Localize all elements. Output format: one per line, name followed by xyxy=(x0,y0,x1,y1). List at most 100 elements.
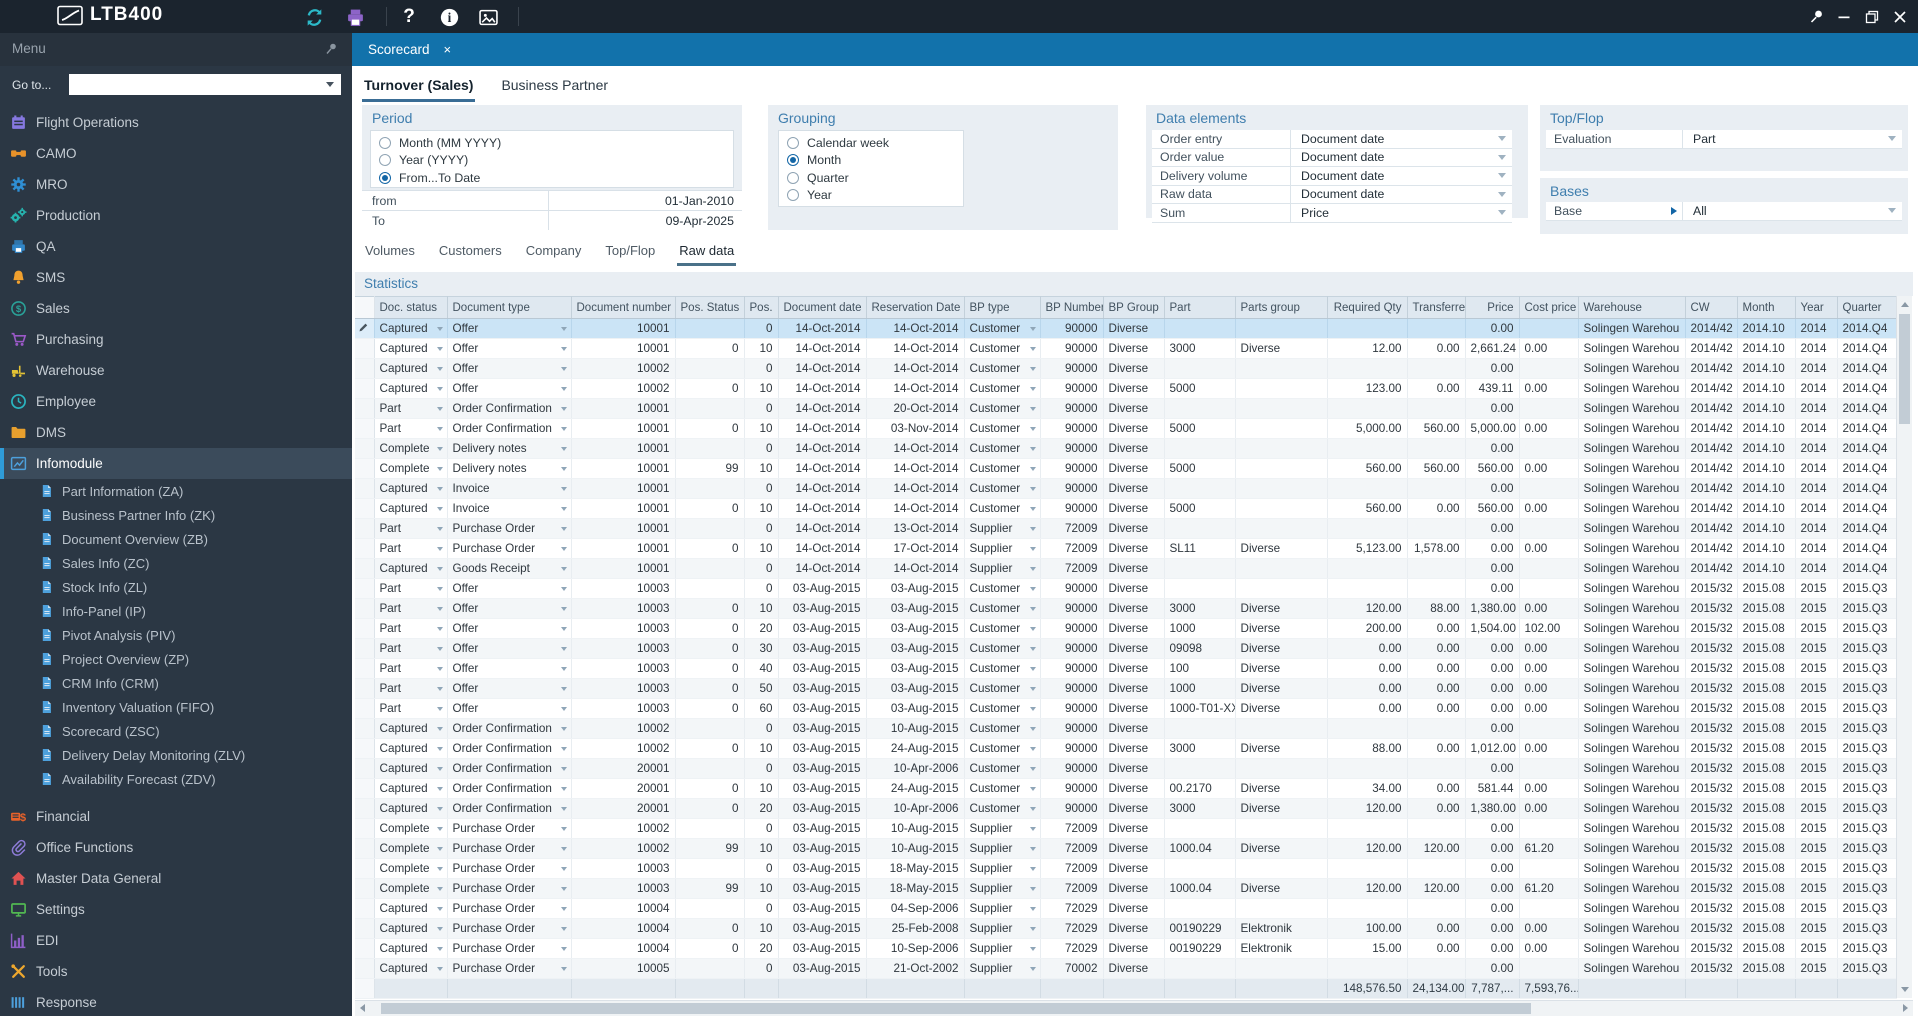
cell-transferred[interactable]: 0.00 xyxy=(1407,638,1466,659)
cell-month[interactable]: 2014.10 xyxy=(1737,438,1796,459)
cell-dropdown-icon[interactable] xyxy=(1029,887,1036,891)
cell-doc_date[interactable]: 03-Aug-2015 xyxy=(778,718,867,739)
cell-dropdown-icon[interactable] xyxy=(436,407,443,411)
cell-cw[interactable]: 2014/42 xyxy=(1685,558,1738,579)
minimize-icon[interactable] xyxy=(1836,9,1852,25)
cell-quarter[interactable]: 2015.Q3 xyxy=(1837,658,1897,679)
cell-doc_date[interactable]: 14-Oct-2014 xyxy=(778,318,867,339)
cell-quarter[interactable]: 2015.Q3 xyxy=(1837,578,1897,599)
table-row[interactable]: Captured Offer 10001 0 14-Oct-2014 14-Oct-201… xyxy=(355,318,1897,339)
cell-pos_status[interactable] xyxy=(675,358,745,379)
cell-year[interactable]: 2015 xyxy=(1795,618,1838,639)
cell-parts_group[interactable] xyxy=(1235,478,1328,499)
cell-transferred[interactable] xyxy=(1407,718,1466,739)
cell-bp_type[interactable]: Customer xyxy=(964,758,1041,779)
cell-doc_number[interactable]: 10002 xyxy=(571,718,676,739)
cell-price[interactable]: 0.00 xyxy=(1465,918,1520,939)
cell-warehouse[interactable]: Solingen Warehou xyxy=(1578,798,1686,819)
table-row[interactable]: Captured Order Confirmation 20001 0 03-Aug-2… xyxy=(355,758,1897,779)
cell-month[interactable]: 2015.08 xyxy=(1737,878,1796,899)
horizontal-scroll-thumb[interactable] xyxy=(381,1003,1531,1014)
cell-transferred[interactable]: 0.00 xyxy=(1407,738,1466,759)
cell-dropdown-icon[interactable] xyxy=(436,567,443,571)
cell-dropdown-icon[interactable] xyxy=(1029,507,1036,511)
cell-price[interactable]: 0.00 xyxy=(1465,538,1520,559)
cell-month[interactable]: 2015.08 xyxy=(1737,718,1796,739)
column-header-price[interactable]: Price xyxy=(1465,296,1520,319)
cell-doc_type[interactable]: Order Confirmation xyxy=(447,778,572,799)
cell-parts_group[interactable] xyxy=(1235,358,1328,379)
table-row[interactable]: Captured Purchase Order 10004 0 20 03-Aug-201… xyxy=(355,938,1897,959)
cell-quarter[interactable]: 2015.Q3 xyxy=(1837,838,1897,859)
cell-bp_group[interactable]: Diverse xyxy=(1103,338,1165,359)
cell-dropdown-icon[interactable] xyxy=(436,827,443,831)
sidebar-subitem-document-overview-zb-[interactable]: Document Overview (ZB) xyxy=(0,527,352,551)
cell-required_qty[interactable]: 88.00 xyxy=(1327,738,1408,759)
cell-bp_number[interactable]: 90000 xyxy=(1040,678,1104,699)
table-row[interactable]: Captured Purchase Order 10005 0 03-Aug-2015 2… xyxy=(355,958,1897,979)
cell-res_date[interactable]: 14-Oct-2014 xyxy=(866,378,965,399)
cell-part[interactable] xyxy=(1164,758,1236,779)
table-row[interactable]: Part Offer 10003 0 30 03-Aug-2015 03-Aug-2015 C… xyxy=(355,638,1897,659)
cell-year[interactable]: 2015 xyxy=(1795,798,1838,819)
cell-bp_type[interactable]: Customer xyxy=(964,398,1041,419)
cell-doc_status[interactable]: Captured xyxy=(374,498,448,519)
cell-bp_number[interactable]: 90000 xyxy=(1040,318,1104,339)
row-gutter[interactable] xyxy=(355,878,375,899)
vertical-scrollbar[interactable] xyxy=(1896,296,1912,998)
cell-doc_status[interactable]: Complete xyxy=(374,438,448,459)
cell-year[interactable]: 2014 xyxy=(1795,458,1838,479)
cell-year[interactable]: 2014 xyxy=(1795,318,1838,339)
cell-year[interactable]: 2015 xyxy=(1795,878,1838,899)
cell-pos[interactable]: 0 xyxy=(744,758,779,779)
cell-bp_type[interactable]: Customer xyxy=(964,638,1041,659)
cell-dropdown-icon[interactable] xyxy=(1029,427,1036,431)
cell-year[interactable]: 2014 xyxy=(1795,338,1838,359)
cell-warehouse[interactable]: Solingen Warehou xyxy=(1578,358,1686,379)
cell-parts_group[interactable] xyxy=(1235,498,1328,519)
cell-pos[interactable]: 0 xyxy=(744,858,779,879)
cell-required_qty[interactable] xyxy=(1327,898,1408,919)
cell-doc_date[interactable]: 03-Aug-2015 xyxy=(778,578,867,599)
row-gutter[interactable] xyxy=(355,798,375,819)
cell-parts_group[interactable] xyxy=(1235,418,1328,439)
cell-warehouse[interactable]: Solingen Warehou xyxy=(1578,418,1686,439)
cell-cost_price[interactable]: 0.00 xyxy=(1519,678,1579,699)
sidebar-item-tools[interactable]: Tools xyxy=(0,956,352,987)
cell-dropdown-icon[interactable] xyxy=(1029,927,1036,931)
column-header-res_date[interactable]: Reservation Date xyxy=(866,296,965,319)
cell-dropdown-icon[interactable] xyxy=(436,507,443,511)
cell-bp_group[interactable]: Diverse xyxy=(1103,938,1165,959)
cell-quarter[interactable]: 2015.Q3 xyxy=(1837,818,1897,839)
cell-quarter[interactable]: 2015.Q3 xyxy=(1837,798,1897,819)
cell-bp_type[interactable]: Customer xyxy=(964,698,1041,719)
cell-doc_status[interactable]: Complete xyxy=(374,458,448,479)
cell-pos[interactable]: 40 xyxy=(744,658,779,679)
cell-cost_price[interactable] xyxy=(1519,558,1579,579)
cell-doc_date[interactable]: 03-Aug-2015 xyxy=(778,698,867,719)
row-gutter[interactable] xyxy=(355,898,375,919)
cell-quarter[interactable]: 2014.Q4 xyxy=(1837,558,1897,579)
cell-required_qty[interactable] xyxy=(1327,858,1408,879)
cell-year[interactable]: 2015 xyxy=(1795,818,1838,839)
cell-month[interactable]: 2014.10 xyxy=(1737,318,1796,339)
cell-dropdown-icon[interactable] xyxy=(436,587,443,591)
row-gutter[interactable] xyxy=(355,678,375,699)
cell-dropdown-icon[interactable] xyxy=(560,887,567,891)
cell-warehouse[interactable]: Solingen Warehou xyxy=(1578,518,1686,539)
cell-transferred[interactable] xyxy=(1407,578,1466,599)
cell-price[interactable]: 1,380.00 xyxy=(1465,598,1520,619)
cell-doc_date[interactable]: 14-Oct-2014 xyxy=(778,418,867,439)
cell-warehouse[interactable]: Solingen Warehou xyxy=(1578,758,1686,779)
cell-price[interactable]: 0.00 xyxy=(1465,398,1520,419)
cell-bp_type[interactable]: Customer xyxy=(964,458,1041,479)
cell-required_qty[interactable] xyxy=(1327,438,1408,459)
cell-dropdown-icon[interactable] xyxy=(436,867,443,871)
cell-month[interactable]: 2014.10 xyxy=(1737,458,1796,479)
cell-cost_price[interactable] xyxy=(1519,358,1579,379)
cell-doc_status[interactable]: Part xyxy=(374,518,448,539)
cell-dropdown-icon[interactable] xyxy=(436,947,443,951)
cell-pos[interactable]: 10 xyxy=(744,378,779,399)
cell-warehouse[interactable]: Solingen Warehou xyxy=(1578,638,1686,659)
cell-quarter[interactable]: 2014.Q4 xyxy=(1837,418,1897,439)
